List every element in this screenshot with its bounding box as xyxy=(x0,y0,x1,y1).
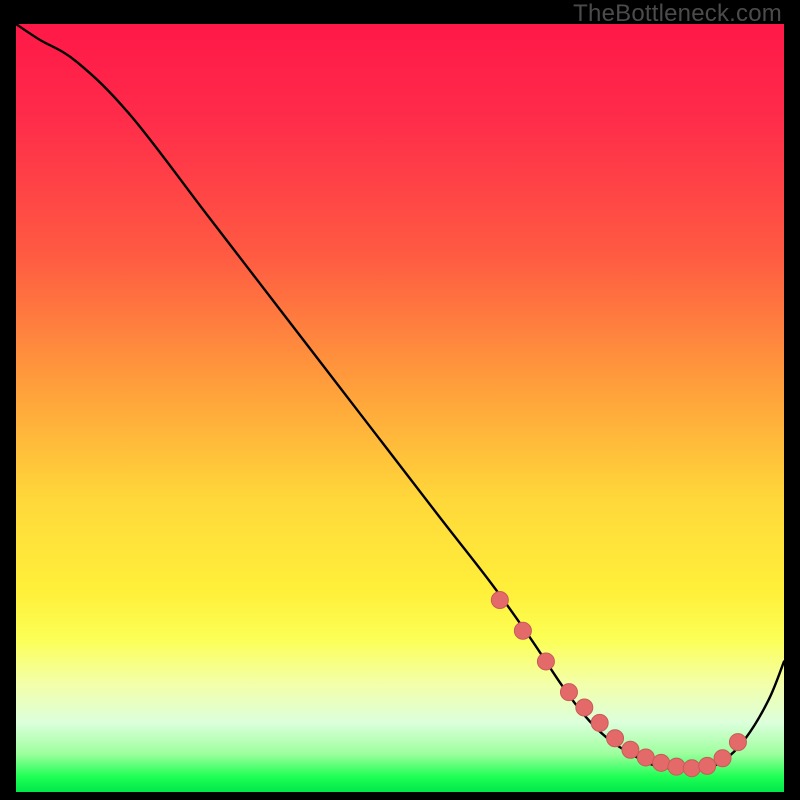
marker-point xyxy=(560,684,577,701)
marker-point xyxy=(699,757,716,774)
marker-point xyxy=(622,741,639,758)
marker-point xyxy=(607,730,624,747)
marker-point xyxy=(537,653,554,670)
marker-point xyxy=(514,622,531,639)
marker-point xyxy=(637,749,654,766)
marker-point xyxy=(576,699,593,716)
marker-group xyxy=(491,592,746,777)
marker-point xyxy=(714,750,731,767)
bottleneck-curve xyxy=(16,24,784,770)
marker-point xyxy=(668,758,685,775)
marker-point xyxy=(491,592,508,609)
marker-point xyxy=(683,760,700,777)
chart-svg xyxy=(16,24,784,792)
marker-point xyxy=(729,734,746,751)
marker-point xyxy=(591,714,608,731)
chart-frame xyxy=(16,24,784,792)
marker-point xyxy=(653,754,670,771)
